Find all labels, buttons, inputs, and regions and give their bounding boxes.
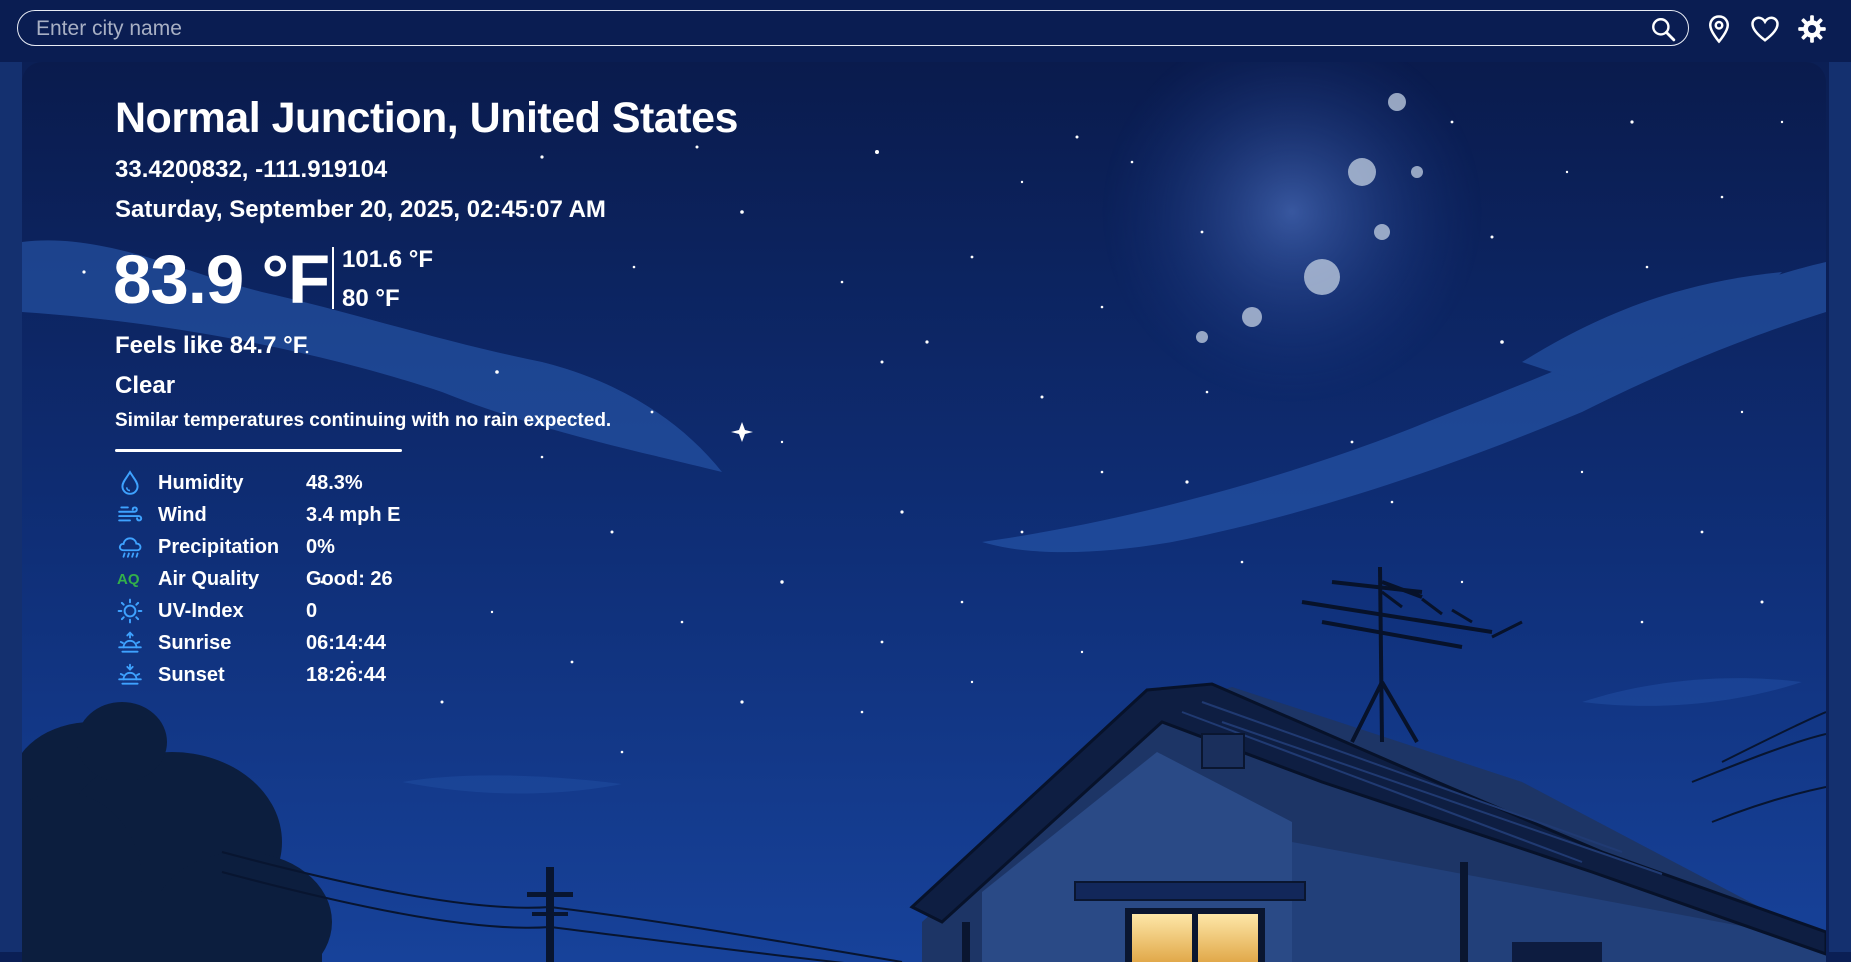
city-search-input[interactable]: [34, 15, 1618, 43]
location-pin-icon[interactable]: [1704, 14, 1734, 44]
stat-humidity: Humidity 48.3%: [115, 470, 475, 496]
stat-value: 48.3%: [306, 472, 363, 494]
local-datetime: Saturday, September 20, 2025, 02:45:07 A…: [115, 196, 606, 223]
coordinates: 33.4200832, -111.919104: [115, 156, 388, 183]
right-edge-background: [1829, 62, 1851, 952]
feels-like: Feels like 84.7 °F: [115, 332, 308, 359]
stat-value: 3.4 mph E: [306, 504, 401, 526]
stat-value: 06:14:44: [306, 632, 387, 654]
stat-label: Sunrise: [158, 632, 232, 654]
condition: Clear: [115, 372, 176, 399]
gear-icon[interactable]: [1797, 14, 1827, 44]
heart-icon[interactable]: [1750, 14, 1780, 44]
stat-value: 0: [306, 600, 318, 622]
stat-air-quality: AQ Air Quality Good: 26: [115, 566, 475, 592]
stat-value: Good: 26: [306, 568, 393, 590]
droplet-icon: [121, 470, 139, 495]
window-light: [1132, 914, 1192, 962]
divider: [115, 449, 402, 452]
stat-sunrise: Sunrise 06:14:44: [115, 630, 475, 656]
low-temperature: 80 °F: [342, 285, 400, 312]
sun-icon: [117, 598, 143, 624]
air-quality-icon-text: AQ: [117, 571, 140, 588]
temperature-divider: [332, 247, 334, 309]
rain-cloud-icon: [118, 537, 142, 558]
top-bar: [0, 0, 1851, 62]
stat-value: 18:26:44: [306, 664, 387, 686]
stat-precipitation: Precipitation 0%: [115, 534, 475, 560]
wind-icon: [118, 506, 143, 522]
search-bar: [17, 10, 1689, 46]
stat-label: Wind: [158, 504, 207, 526]
current-temperature: 83.9 °F: [113, 241, 330, 318]
forecast-summary: Similar temperatures continuing with no …: [115, 410, 612, 431]
stat-wind: Wind 3.4 mph E: [115, 502, 475, 528]
high-temperature: 101.6 °F: [342, 246, 433, 273]
sunrise-icon: [118, 631, 142, 653]
stat-label: Humidity: [158, 472, 244, 494]
location-title: Normal Junction, United States: [115, 94, 738, 142]
stat-value: 0%: [306, 536, 335, 558]
sunset-icon: [118, 663, 142, 685]
stat-label: Precipitation: [158, 536, 280, 558]
stat-sunset: Sunset 18:26:44: [115, 662, 475, 688]
stat-label: Sunset: [158, 664, 225, 686]
search-icon[interactable]: [1650, 16, 1676, 42]
air-quality-icon: AQ: [117, 571, 140, 588]
left-edge-background: [0, 62, 22, 952]
stat-label: UV-Index: [158, 600, 244, 622]
stat-uv-index: UV-Index 0: [115, 598, 475, 624]
stat-label: Air Quality: [158, 568, 260, 590]
